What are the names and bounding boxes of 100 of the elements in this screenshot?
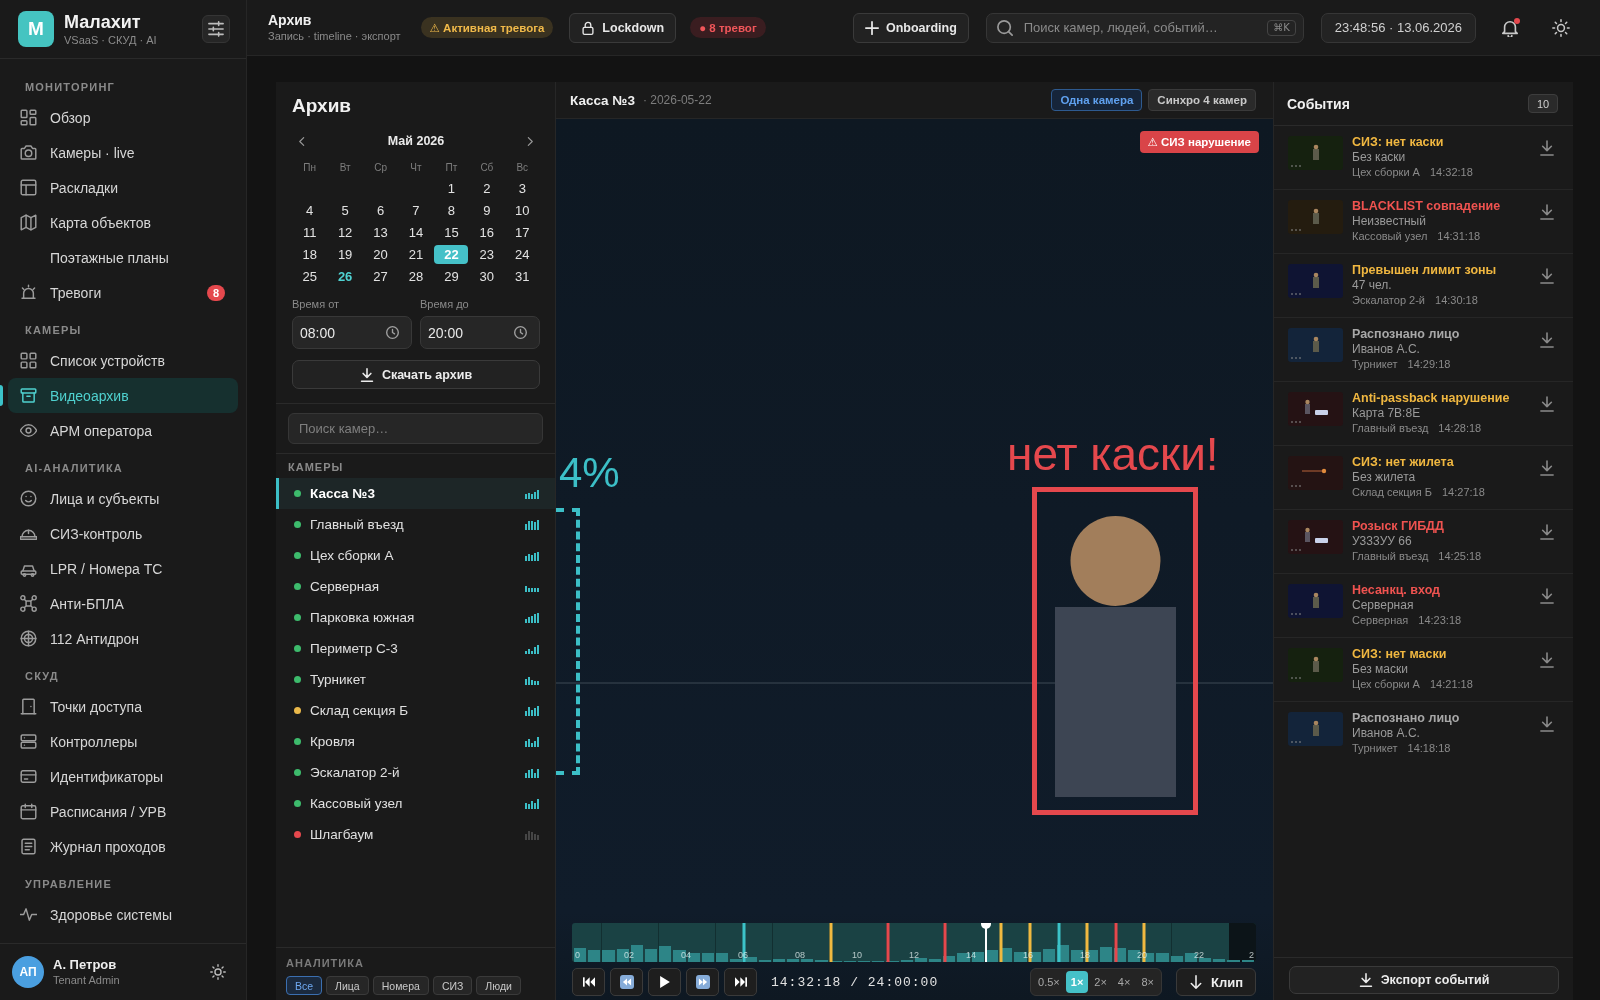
download-button[interactable]: Скачать архив: [292, 360, 540, 389]
download-icon[interactable]: [1540, 332, 1554, 348]
nav-item[interactable]: Карта объектов: [8, 205, 238, 240]
nav-item[interactable]: Идентификаторы: [8, 759, 238, 794]
calendar-day[interactable]: 16: [469, 222, 504, 242]
calendar-day[interactable]: 3: [505, 178, 540, 198]
calendar-day[interactable]: 2: [469, 178, 504, 198]
calendar-day[interactable]: 18: [292, 244, 327, 264]
calendar-day[interactable]: 12: [328, 222, 363, 242]
calendar-day[interactable]: 29: [434, 266, 469, 286]
calendar-day[interactable]: 21: [399, 244, 433, 264]
nav-item[interactable]: Камеры · live: [8, 135, 238, 170]
download-icon[interactable]: [1540, 524, 1554, 540]
calendar-day[interactable]: 5: [328, 200, 363, 220]
nav-item[interactable]: Раскладки: [8, 170, 238, 205]
download-icon[interactable]: [1540, 140, 1554, 156]
nav-item[interactable]: Поэтажные планы: [8, 240, 238, 275]
play-button[interactable]: [648, 968, 681, 996]
sun-icon[interactable]: [1552, 18, 1570, 37]
time-input[interactable]: 20:00: [420, 316, 540, 349]
nav-item[interactable]: Здоровье системы: [8, 897, 238, 932]
speed-option[interactable]: 0.5×: [1033, 971, 1065, 993]
fast-forward-button[interactable]: [686, 968, 719, 996]
calendar-day[interactable]: 20: [363, 244, 398, 264]
event-item[interactable]: Распознано лицо Иванов А.С. Турникет 14:18:18: [1274, 702, 1573, 766]
event-marker[interactable]: [1000, 923, 1003, 962]
event-marker[interactable]: [886, 923, 890, 962]
nav-item[interactable]: Журнал проходов: [8, 829, 238, 864]
calendar-day[interactable]: 23: [469, 244, 504, 264]
download-icon[interactable]: [1540, 204, 1554, 220]
calendar-day[interactable]: 6: [363, 200, 398, 220]
calendar-day[interactable]: 11: [292, 222, 327, 242]
event-marker[interactable]: [1057, 923, 1061, 962]
event-item[interactable]: СИЗ: нет маски Без маски Цех сборки А 14:21:18: [1274, 638, 1573, 702]
filter-chip[interactable]: Лица: [326, 976, 369, 995]
bell-icon[interactable]: [1501, 18, 1519, 37]
calendar-day[interactable]: 15: [434, 222, 469, 242]
calendar-day[interactable]: 25: [292, 266, 327, 286]
event-marker[interactable]: [1114, 923, 1118, 962]
camera-item[interactable]: Турникет: [276, 664, 555, 695]
nav-item[interactable]: СИЗ-контроль: [8, 516, 238, 551]
search-field[interactable]: Поиск камер…: [288, 413, 543, 444]
event-item[interactable]: Превышен лимит зоны 47 чел. Эскалатор 2-й 14:30:18: [1274, 254, 1573, 318]
calendar-day[interactable]: 13: [363, 222, 398, 242]
event-item[interactable]: Несанкц. вход Серверная Серверная 14:23:18: [1274, 574, 1573, 638]
download-icon[interactable]: [1540, 716, 1554, 732]
calendar-day[interactable]: 19: [328, 244, 363, 264]
calendar-day[interactable]: 28: [399, 266, 433, 286]
speed-option[interactable]: 8×: [1136, 971, 1159, 993]
download-icon[interactable]: [1540, 460, 1554, 476]
camera-item[interactable]: Главный въезд: [276, 509, 555, 540]
skip-back-button[interactable]: [572, 968, 605, 996]
calendar-day[interactable]: 17: [505, 222, 540, 242]
camera-item[interactable]: Эскалатор 2-й: [276, 757, 555, 788]
filter-chip[interactable]: СИЗ: [432, 976, 473, 995]
filter-chip[interactable]: Все: [286, 976, 323, 995]
clip-button[interactable]: Клип: [1175, 968, 1256, 996]
nav-item[interactable]: Лица и субъекты: [8, 481, 238, 516]
lockdown-button[interactable]: Lockdown: [569, 12, 677, 43]
speed-option[interactable]: 4×: [1112, 971, 1136, 993]
download-icon[interactable]: [1540, 652, 1554, 668]
nav-item[interactable]: АРМ оператора: [8, 413, 238, 448]
camera-item[interactable]: Склад секция Б: [276, 695, 555, 726]
camera-item[interactable]: Серверная: [276, 571, 555, 602]
view-mode-tab[interactable]: Синхро 4 камер: [1148, 89, 1256, 111]
event-item[interactable]: СИЗ: нет каски Без каски Цех сборки А 14:32:18: [1274, 126, 1573, 190]
calendar-day[interactable]: 8: [434, 200, 469, 220]
calendar-day[interactable]: 24: [505, 244, 540, 264]
camera-item[interactable]: Касса №3: [276, 478, 555, 509]
calendar-day[interactable]: 9: [469, 200, 504, 220]
chevron-left-icon[interactable]: [299, 136, 305, 146]
nav-item[interactable]: Тревоги 8: [8, 275, 238, 310]
calendar-day[interactable]: 26: [328, 266, 363, 286]
nav-item[interactable]: LPR / Номера ТС: [8, 551, 238, 586]
calendar-day[interactable]: 14: [399, 222, 433, 242]
export-button[interactable]: Экспорт событий: [1289, 966, 1559, 994]
camera-item[interactable]: Кассовый узел: [276, 788, 555, 819]
calendar-day[interactable]: 30: [469, 266, 504, 286]
nav-item[interactable]: Расписания / УРВ: [8, 794, 238, 829]
onboarding-button[interactable]: Onboarding: [852, 12, 969, 43]
download-icon[interactable]: [1540, 588, 1554, 604]
nav-item[interactable]: Контроллеры: [8, 724, 238, 759]
nav-item[interactable]: 112 Антидрон: [8, 621, 238, 656]
speed-option[interactable]: 2×: [1089, 971, 1112, 993]
rewind-button[interactable]: [610, 968, 643, 996]
nav-item[interactable]: Анти-БПЛА: [8, 586, 238, 621]
camera-item[interactable]: Кровля: [276, 726, 555, 757]
nav-item[interactable]: Точки доступа: [8, 689, 238, 724]
skip-forward-button[interactable]: [724, 968, 757, 996]
calendar-day[interactable]: 4: [292, 200, 327, 220]
sun-icon[interactable]: [210, 964, 226, 980]
camera-item[interactable]: Цех сборки А: [276, 540, 555, 571]
view-mode-tab[interactable]: Одна камера: [1051, 89, 1143, 111]
calendar-day[interactable]: 10: [505, 200, 540, 220]
nav-item[interactable]: Обзор: [8, 100, 238, 135]
calendar-day[interactable]: 1: [434, 178, 469, 198]
download-icon[interactable]: [1540, 268, 1554, 284]
event-marker[interactable]: [943, 923, 947, 962]
calendar-day[interactable]: 27: [363, 266, 398, 286]
event-item[interactable]: Розыск ГИБДД У333УУ 66 Главный въезд 14:25:18: [1274, 510, 1573, 574]
